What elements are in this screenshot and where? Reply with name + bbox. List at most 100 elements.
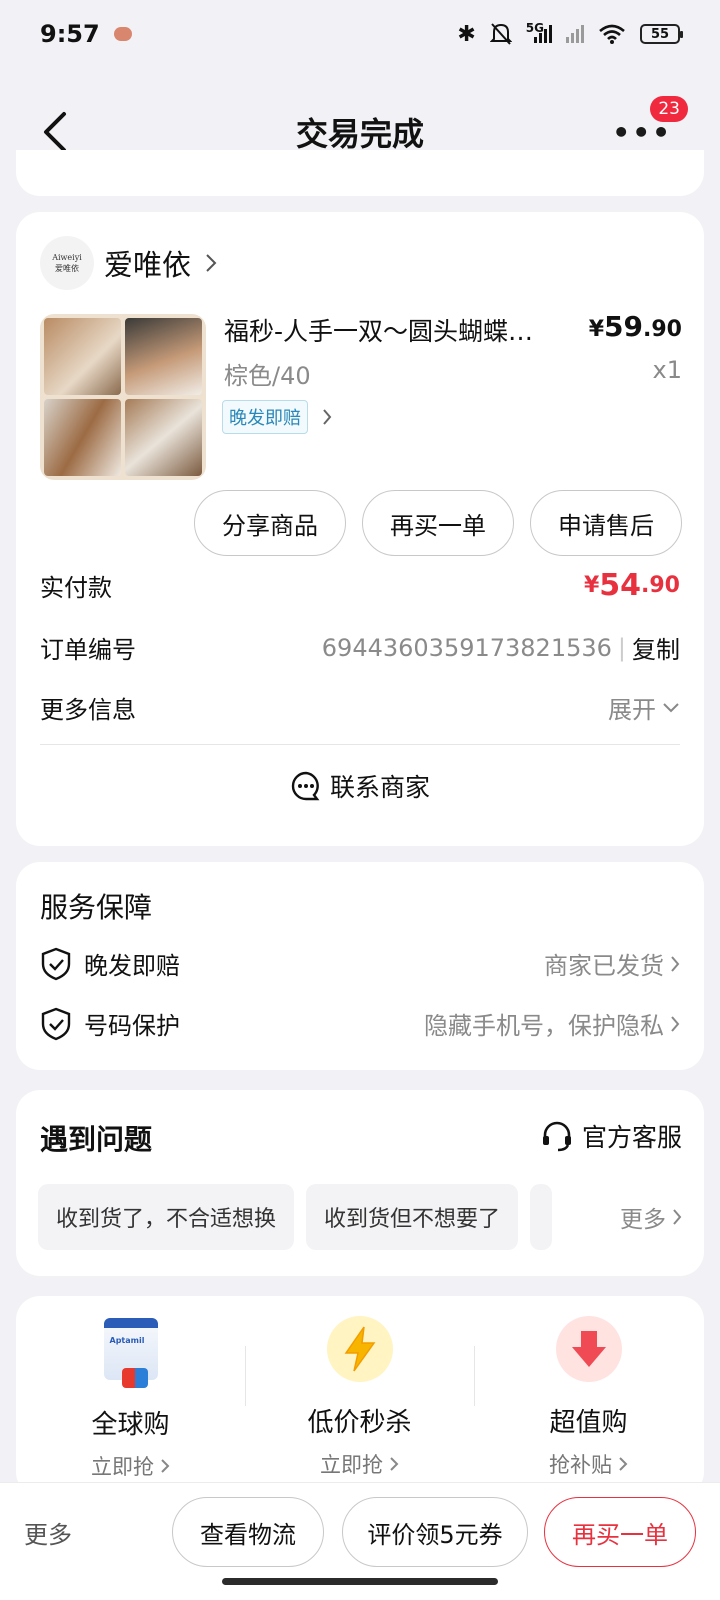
price-decimal: .90 xyxy=(643,317,682,342)
promo-global-buy[interactable]: Aptamil 全球购 立即抢 xyxy=(16,1316,245,1481)
more-problems-link[interactable]: 更多 xyxy=(598,1184,682,1250)
product-thumbnail[interactable] xyxy=(40,314,206,480)
bluetooth-icon: ✱ xyxy=(457,21,476,47)
shield-check-icon xyxy=(41,1007,71,1040)
notification-app-icon xyxy=(113,27,132,41)
chevron-right-icon xyxy=(671,955,680,972)
service-title: 服务保障 xyxy=(40,891,153,924)
promo-action: 立即抢 xyxy=(16,1451,245,1481)
expand-toggle[interactable]: 展开 xyxy=(608,690,680,725)
order-action-buttons: 分享商品 再买一单 申请售后 xyxy=(194,490,682,556)
promo-action: 立即抢 xyxy=(245,1449,474,1479)
chevron-right-icon xyxy=(323,409,332,425)
order-card: Aiweiyi 爱唯依 爱唯依 福秒-人手一双～圆头蝴蝶… ¥59.90 棕色/… xyxy=(16,212,704,846)
contact-merchant-button[interactable]: 联系商家 xyxy=(16,768,704,804)
guarantee-tag: 晚发即赔 xyxy=(222,400,308,434)
chevron-right-icon xyxy=(673,1209,682,1225)
order-number-row: 订单编号 6944360359173821536 | 复制 xyxy=(40,630,680,665)
shield-check-icon xyxy=(41,947,71,980)
paid-amount-row: 实付款 ¥54.90 xyxy=(40,568,680,603)
product-image-tile xyxy=(44,318,121,395)
promo-action-label: 立即抢 xyxy=(320,1453,383,1477)
price-symbol: ¥ xyxy=(588,317,605,342)
promo-action: 抢补贴 xyxy=(474,1449,703,1479)
promo-name: 低价秒杀 xyxy=(307,1408,412,1438)
shop-logo-text-cn: 爱唯依 xyxy=(55,264,79,273)
promo-value-buy[interactable]: 超值购 抢补贴 xyxy=(474,1316,703,1479)
back-arrow-icon[interactable] xyxy=(38,108,74,156)
promo-action-label: 抢补贴 xyxy=(549,1453,612,1477)
more-info-label: 更多信息 xyxy=(40,696,136,724)
contact-merchant-label: 联系商家 xyxy=(329,773,430,802)
service-guarantee-card: 服务保障 晚发即赔 商家已发货 号码保护 隐藏手机号，保护隐私 xyxy=(16,862,704,1070)
game-controller-icon xyxy=(121,1368,148,1388)
promo-card: Aptamil 全球购 立即抢 低价秒杀 立即抢 超值购 抢补贴 xyxy=(16,1296,704,1496)
paid-amount-label: 实付款 xyxy=(40,574,112,602)
signal-5g: 5G xyxy=(526,21,552,43)
paid-decimal: .90 xyxy=(641,573,680,598)
paid-symbol: ¥ xyxy=(583,573,600,598)
paid-integer: 54 xyxy=(599,568,642,603)
home-indicator[interactable] xyxy=(222,1578,498,1585)
lightning-icon-box xyxy=(325,1316,395,1386)
more-actions-link[interactable]: 更多 xyxy=(24,1515,72,1550)
battery-icon: 55 xyxy=(640,24,683,44)
service-item-status: 隐藏手机号，保护隐私 xyxy=(424,1006,680,1041)
service-item-name: 晚发即赔 xyxy=(84,952,180,980)
mute-bell-icon xyxy=(489,23,512,45)
order-number-value-group: 6944360359173821536 | 复制 xyxy=(322,630,680,665)
problem-chip[interactable]: 收到货但不想要了 xyxy=(306,1184,519,1250)
service-item-status: 商家已发货 xyxy=(544,946,680,981)
product-price: ¥59.90 xyxy=(589,310,682,343)
shop-header[interactable]: Aiweiyi 爱唯依 爱唯依 xyxy=(40,236,217,290)
copy-button[interactable]: 复制 xyxy=(632,630,680,665)
view-logistics-button[interactable]: 查看物流 xyxy=(172,1497,324,1567)
product-title[interactable]: 福秒-人手一双～圆头蝴蝶… xyxy=(224,312,564,348)
review-coupon-button[interactable]: 评价领5元券 xyxy=(342,1497,528,1567)
official-support-link[interactable]: 官方客服 xyxy=(540,1118,682,1154)
more-info-row[interactable]: 更多信息 展开 xyxy=(40,690,680,725)
chevron-right-icon xyxy=(206,254,217,272)
chevron-down-icon xyxy=(663,702,679,712)
milk-can-icon: Aptamil xyxy=(96,1318,166,1388)
previous-card-edge xyxy=(16,150,704,196)
product-image-tile xyxy=(125,318,202,395)
status-bar: 9:57 ✱ 5G 55 xyxy=(0,0,720,68)
promo-flash-sale[interactable]: 低价秒杀 立即抢 xyxy=(245,1316,474,1479)
network-type: 5G xyxy=(525,21,544,35)
service-item-late-delivery[interactable]: 晚发即赔 商家已发货 xyxy=(40,946,680,981)
shop-logo: Aiweiyi 爱唯依 xyxy=(40,236,94,290)
problem-chips: 收到货了，不合适想换 收到货但不想要了 xyxy=(38,1184,682,1250)
chevron-right-icon xyxy=(390,1457,399,1471)
service-item-value: 商家已发货 xyxy=(544,952,664,980)
status-icons: ✱ 5G 55 xyxy=(457,21,683,47)
chevron-right-icon xyxy=(671,1015,680,1032)
after-sale-button[interactable]: 申请售后 xyxy=(530,490,682,556)
shop-name[interactable]: 爱唯依 xyxy=(104,242,191,284)
order-number-label: 订单编号 xyxy=(40,636,136,664)
share-product-button[interactable]: 分享商品 xyxy=(194,490,346,556)
more-problems-label: 更多 xyxy=(620,1207,666,1233)
wifi-icon xyxy=(599,24,625,44)
can-label: Aptamil xyxy=(109,1336,145,1345)
buy-again-bottom-button[interactable]: 再买一单 xyxy=(544,1497,696,1567)
service-item-value: 隐藏手机号，保护隐私 xyxy=(424,1012,664,1040)
guarantee-tag-row[interactable]: 晚发即赔 xyxy=(222,400,332,434)
problems-card: 遇到问题 官方客服 收到货了，不合适想换 收到货但不想要了 更多 xyxy=(16,1090,704,1276)
problems-title: 遇到问题 xyxy=(40,1123,153,1156)
promo-name: 超值购 xyxy=(549,1408,628,1438)
shop-logo-text-en: Aiweiyi xyxy=(52,253,82,262)
service-item-number-protection[interactable]: 号码保护 隐藏手机号，保护隐私 xyxy=(40,1006,680,1041)
product-quantity: x1 xyxy=(652,356,682,384)
product-image-tile xyxy=(125,399,202,476)
signal-bars-2-icon xyxy=(566,25,584,43)
chevron-right-icon xyxy=(161,1459,170,1473)
problem-chip-partial[interactable] xyxy=(530,1184,553,1250)
price-integer: 59 xyxy=(604,310,644,343)
down-arrow-icon xyxy=(555,1316,622,1382)
buy-again-button[interactable]: 再买一单 xyxy=(362,490,514,556)
promo-action-label: 立即抢 xyxy=(91,1455,154,1479)
problem-chip[interactable]: 收到货了，不合适想换 xyxy=(38,1184,295,1250)
lightning-bolt-icon xyxy=(326,1316,393,1382)
service-item-name: 号码保护 xyxy=(84,1012,180,1040)
